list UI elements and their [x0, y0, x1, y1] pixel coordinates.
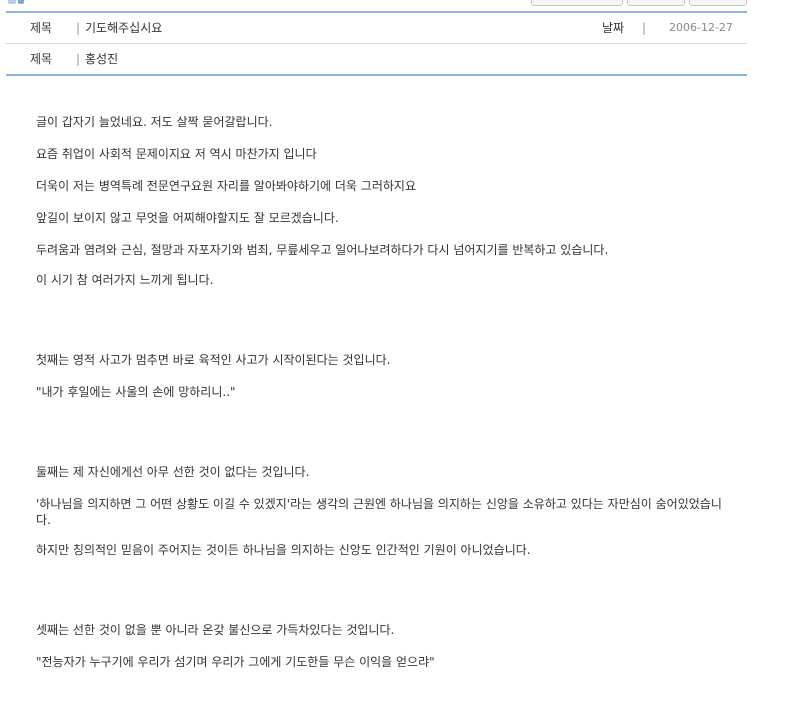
author-separator: | [76, 52, 81, 66]
post-title: 기도해주십시요 [85, 21, 163, 35]
body-paragraph: 글이 갑자기 늘었네요. 저도 살짝 묻어갈랍니다. [36, 115, 273, 129]
title-separator: | [76, 21, 81, 35]
body-paragraph: 앞길이 보이지 않고 무엇을 어찌해야할지도 잘 모르겠습니다. [36, 211, 339, 225]
body-paragraph: 셋째는 선한 것이 없을 뿐 아니라 온갖 불신으로 가득차있다는 것입니다. [36, 623, 395, 637]
body-paragraph: 첫째는 영적 사고가 멈추면 바로 육적인 사고가 시작이된다는 것입니다. [36, 353, 391, 367]
body-paragraph: "전능자가 누구기에 우리가 섬기며 우리가 그에게 기도한들 무슨 이익을 얻… [36, 655, 435, 669]
date-label: 날짜 [602, 21, 625, 35]
body-paragraph: 더욱이 저는 병역특례 전문연구요원 자리를 알아봐야하기에 더욱 그러하지요 [36, 179, 416, 193]
edit-button[interactable] [627, 0, 685, 6]
body-paragraph: 두려움과 염려와 근심, 절망과 자포자기와 범죄, 무릎세우고 일어나보려하다… [36, 243, 609, 257]
tab-stub-icon [18, 0, 24, 4]
title-row: 제목 | 기도해주십시요 날짜 | 2006-12-27 [6, 13, 747, 43]
body-paragraph: 요즘 취업이 사회적 문제이지요 저 역시 마찬가지 입니다 [36, 147, 317, 161]
post-date: 2006-12-27 [669, 21, 733, 34]
delete-button[interactable] [689, 0, 747, 6]
title-label: 제목 [30, 21, 53, 35]
post-body: 글이 갑자기 늘었네요. 저도 살짝 묻어갈랍니다. 요즘 취업이 사회적 문제… [36, 114, 726, 670]
list-button[interactable] [531, 0, 623, 6]
author-row: 제목 | 홍성진 [6, 44, 747, 74]
body-paragraph: '하나님을 의지하면 그 어떤 상황도 이길 수 있겠지'라는 생각의 근원엔 … [36, 497, 722, 527]
header-bottom-divider [6, 74, 747, 76]
body-paragraph: 하지만 칭의적인 믿음이 주어지는 것이든 하나님을 의지하는 신앙도 인간적인… [36, 543, 531, 557]
body-paragraph: "내가 후일에는 사울의 손에 망하리니.." [36, 385, 236, 399]
post-author: 홍성진 [85, 52, 119, 66]
tab-stub-icon [8, 0, 16, 4]
body-paragraph: 이 시기 참 여러가지 느끼게 됩니다. [36, 273, 214, 287]
date-separator: | [642, 21, 647, 35]
body-paragraph: 둘째는 제 자신에게선 아무 선한 것이 없다는 것입니다. [36, 465, 310, 479]
author-label: 제목 [30, 52, 53, 66]
